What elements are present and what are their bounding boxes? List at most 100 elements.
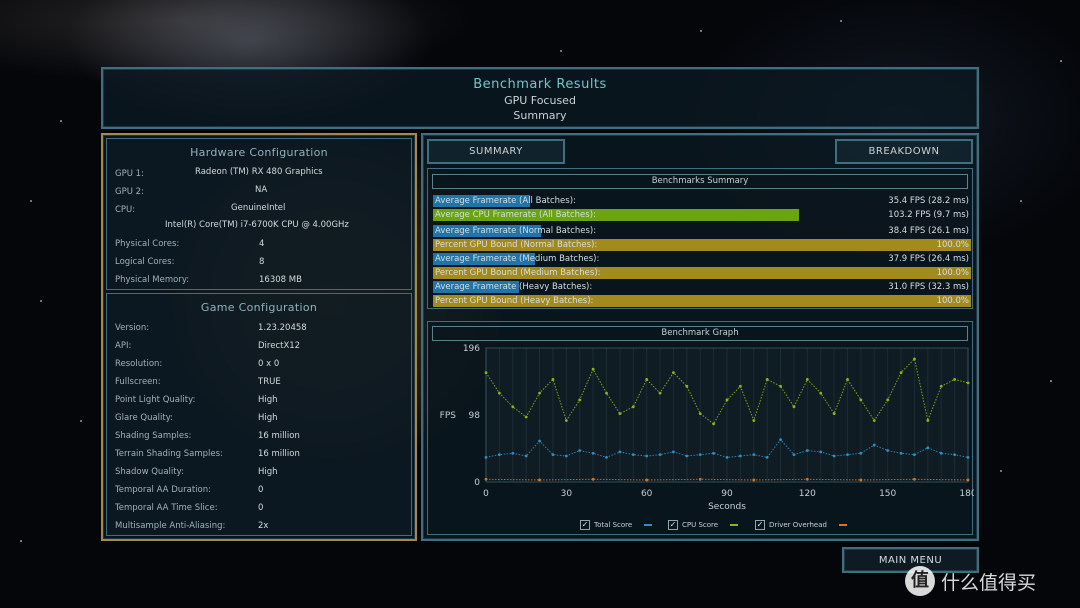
data-point: [846, 453, 849, 457]
summary-value: 100.0%: [936, 296, 969, 306]
data-point: [484, 455, 488, 459]
game-label: Shading Samples:: [115, 431, 192, 441]
data-point: [658, 391, 662, 395]
data-point: [779, 384, 782, 388]
game-value: 16 million: [258, 449, 300, 459]
data-point: [685, 384, 689, 388]
data-point: [939, 451, 943, 455]
checkbox-icon[interactable]: ✓: [755, 520, 765, 530]
data-point: [859, 478, 863, 482]
legend-label: CPU Score: [682, 521, 719, 529]
data-point: [765, 378, 769, 381]
watermark-text: 什么值得买: [941, 571, 1037, 594]
data-point: [578, 398, 582, 402]
x-tick-label: 120: [799, 489, 816, 499]
hw-label: GPU 1:: [115, 169, 144, 179]
data-point: [497, 391, 501, 395]
game-label: Point Light Quality:: [115, 395, 196, 405]
data-point: [738, 454, 742, 458]
data-point: [631, 405, 635, 409]
data-point: [899, 451, 903, 455]
summary-row: Average Framerate (Medium Batches): 37.9 …: [433, 253, 971, 265]
game-value: High: [258, 395, 278, 405]
data-point: [658, 453, 662, 457]
data-point: [591, 451, 595, 455]
data-point: [805, 378, 809, 381]
summary-label: Percent GPU Bound (Heavy Batches):: [435, 296, 594, 306]
data-point: [484, 371, 488, 375]
summary-row: Average CPU Framerate (All Batches): 103.…: [433, 209, 971, 221]
legend-driver-overhead[interactable]: ✓ Driver Overhead: [755, 520, 847, 530]
summary-row: Percent GPU Bound (Heavy Batches): 100.0%: [433, 295, 971, 307]
data-point: [645, 478, 649, 482]
game-label: Fullscreen:: [115, 377, 161, 387]
hw-value: 8: [259, 257, 265, 267]
data-point: [752, 478, 756, 482]
game-label: Temporal AA Duration:: [115, 485, 211, 495]
hardware-title: Hardware Configuration: [190, 146, 328, 159]
summary-row: Percent GPU Bound (Normal Batches): 100.0…: [433, 239, 971, 251]
x-tick-label: 90: [721, 489, 733, 499]
data-point: [524, 415, 528, 419]
data-point: [792, 405, 796, 409]
y-axis-label: FPS: [440, 411, 457, 421]
tab-summary[interactable]: SUMMARY: [427, 139, 565, 164]
page-title: Benchmark Results: [473, 77, 607, 92]
game-label: Multisample Anti-Aliasing:: [115, 521, 226, 531]
summary-label: Percent GPU Bound (Normal Batches):: [435, 240, 598, 250]
data-point: [752, 419, 756, 422]
data-point: [524, 454, 528, 458]
summary-label: Average CPU Framerate (All Batches):: [435, 210, 596, 220]
hw-label: CPU:: [115, 205, 136, 215]
summary-value: 38.4 FPS (26.1 ms): [888, 226, 969, 236]
data-point: [926, 446, 930, 450]
data-point: [779, 438, 782, 442]
game-label: Shadow Quality:: [115, 467, 184, 477]
benchmarks-summary-title: Benchmarks Summary: [432, 174, 968, 189]
data-point: [832, 454, 836, 458]
data-point: [738, 384, 742, 388]
data-point: [872, 443, 876, 447]
game-value: High: [258, 413, 278, 423]
x-tick-label: 0: [483, 489, 489, 499]
data-point: [792, 453, 796, 457]
tab-breakdown[interactable]: BREAKDOWN: [835, 139, 973, 164]
data-point: [886, 398, 890, 402]
benchmark-graph: Benchmark Graph 0 30 60 90 120 150 180 0 98 196 FP…: [427, 321, 974, 535]
configuration-panel: Hardware Configuration GPU 1: Radeon (TM…: [101, 133, 417, 541]
summary-label: Average Framerate (Medium Batches):: [435, 254, 600, 264]
data-point: [511, 405, 515, 409]
data-point: [819, 450, 823, 454]
data-point: [538, 439, 541, 443]
data-point: [899, 371, 903, 375]
game-value: 16 million: [258, 431, 300, 441]
game-value: 1.23.20458: [258, 323, 307, 333]
data-point: [859, 398, 863, 402]
results-header: Benchmark Results GPU Focused Summary: [101, 67, 979, 129]
hw-value: Radeon (TM) RX 480 Graphics: [195, 167, 323, 177]
data-point: [591, 367, 595, 371]
summary-row: Average Framerate (All Batches): 35.4 FPS…: [433, 195, 971, 207]
game-label: Temporal AA Time Slice:: [115, 503, 218, 513]
legend-swatch: [644, 524, 653, 526]
legend-label: Total Score: [594, 521, 633, 529]
data-point: [913, 357, 916, 361]
x-axis-label: Seconds: [708, 502, 746, 512]
data-point: [712, 451, 716, 455]
benchmarks-summary: Benchmarks Summary Average Framerate (Al…: [427, 168, 973, 309]
hw-label: Physical Memory:: [115, 275, 190, 285]
legend-cpu-score[interactable]: ✓ CPU Score: [668, 520, 739, 530]
checkbox-icon[interactable]: ✓: [668, 520, 678, 530]
summary-value: 37.9 FPS (26.4 ms): [888, 254, 969, 264]
hw-value: Intel(R) Core(TM) i7-6700K CPU @ 4.00GHz: [165, 220, 349, 230]
game-value: 0: [258, 485, 264, 495]
summary-value: 103.2 FPS (9.7 ms): [888, 210, 969, 220]
legend-label: Driver Overhead: [769, 521, 827, 529]
summary-value: 100.0%: [936, 268, 969, 278]
data-point: [631, 453, 635, 457]
data-point: [805, 477, 809, 481]
data-point: [484, 477, 488, 481]
checkbox-icon[interactable]: ✓: [580, 520, 590, 530]
data-point: [672, 371, 675, 375]
legend-total-score[interactable]: ✓ Total Score: [580, 520, 653, 530]
